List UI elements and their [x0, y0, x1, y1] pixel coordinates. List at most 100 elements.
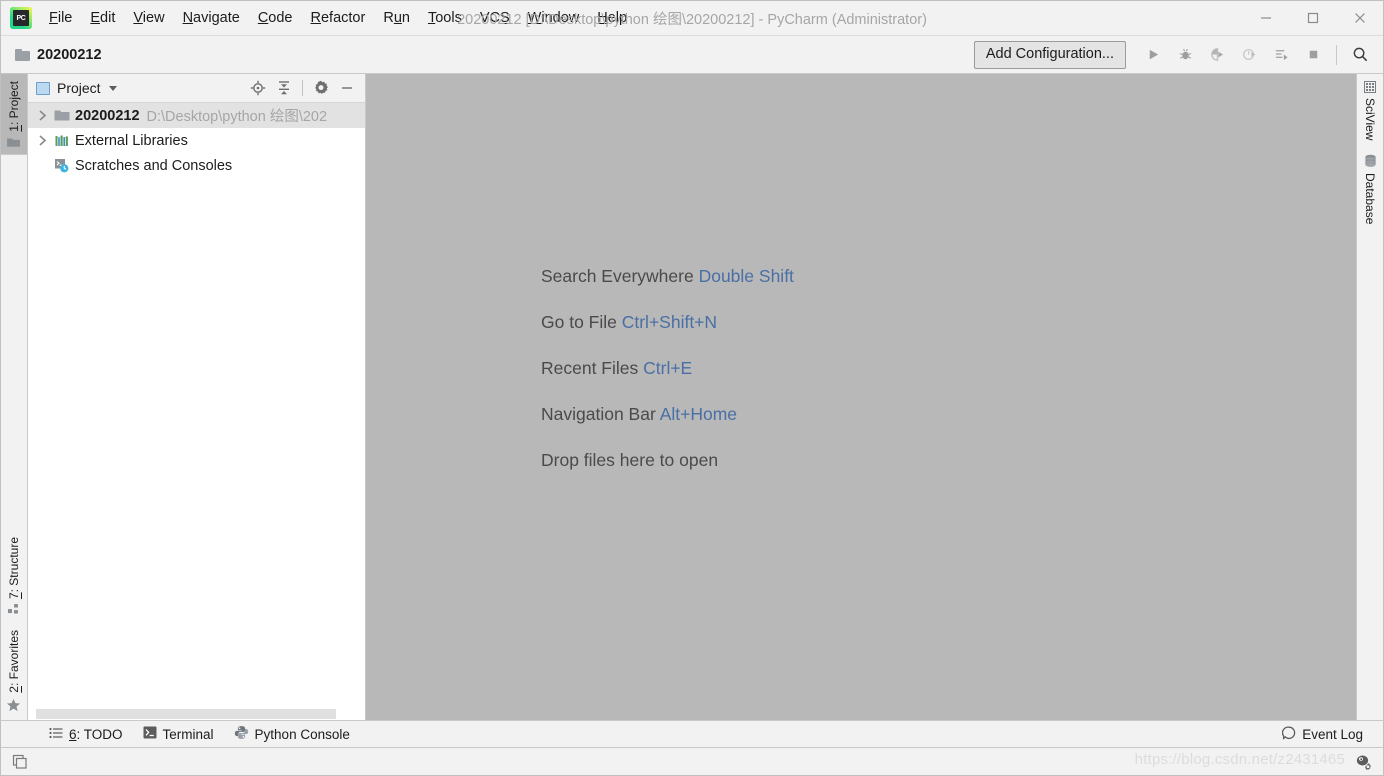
event-log-icon — [1282, 726, 1296, 743]
hscrollbar-thumb[interactable] — [36, 709, 336, 719]
stop-icon — [1306, 47, 1321, 62]
breadcrumb-label: 20200212 — [37, 47, 102, 63]
window-controls — [1242, 1, 1383, 35]
debug-icon — [1178, 47, 1193, 62]
folder-icon — [54, 108, 70, 124]
menu-edit[interactable]: Edit — [81, 6, 124, 30]
hide-window-button[interactable] — [335, 76, 359, 100]
sidebar-item-database-label: Database — [1363, 173, 1377, 224]
run-with-console-button[interactable] — [1266, 41, 1296, 69]
maximize-icon — [1307, 12, 1319, 24]
sidebar-item-sciview[interactable]: SciView — [1357, 74, 1383, 147]
bottom-tab-terminal-label: Terminal — [163, 727, 214, 742]
hide-window-icon — [339, 80, 355, 96]
tip-go-to-file: Go to File Ctrl+Shift+N — [541, 312, 794, 333]
event-log-label: Event Log — [1302, 727, 1363, 742]
project-tree-hscrollbar[interactable] — [28, 706, 365, 720]
project-tree: 20200212 D:\Desktop\python 绘图\202 — [28, 103, 365, 706]
menu-window-mnemonic: W — [528, 10, 542, 26]
tree-item-project-root[interactable]: 20200212 D:\Desktop\python 绘图\202 — [28, 103, 365, 128]
title-bar: File Edit View Navigate Code Refactor Ru… — [1, 1, 1383, 36]
chevron-right-icon[interactable] — [34, 133, 50, 149]
settings-button[interactable] — [309, 76, 333, 100]
profile-icon — [1242, 47, 1257, 62]
menu-help[interactable]: Help — [588, 6, 636, 30]
breadcrumb[interactable]: 20200212 — [11, 45, 106, 65]
sidebar-item-favorites[interactable]: 2: Favorites — [1, 623, 27, 720]
pycharm-logo-icon — [10, 7, 32, 29]
tip-navigation-bar-label: Navigation Bar — [541, 404, 660, 424]
add-configuration-button[interactable]: Add Configuration... — [974, 41, 1126, 69]
menu-vcs-mnemonic: S — [500, 10, 510, 26]
main-body: 1: Project 7: Structure — [1, 74, 1383, 720]
structure-icon — [8, 604, 20, 616]
menu-refactor[interactable]: Refactor — [302, 6, 375, 30]
project-folder-icon — [8, 137, 21, 148]
tip-drop-files-label: Drop files here to open — [541, 450, 718, 470]
run-coverage-button[interactable] — [1202, 41, 1232, 69]
structure-mnemonic: 7 — [7, 593, 21, 600]
menu-run-rest: n — [402, 10, 410, 26]
panel-action-separator — [302, 80, 303, 96]
toggle-toolwindows-button[interactable] — [9, 751, 31, 773]
tip-drop-files: Drop files here to open — [541, 450, 794, 471]
toggle-toolwindows-icon — [12, 754, 28, 770]
bottom-tab-todo[interactable]: 6: TODO — [39, 723, 133, 746]
run-button[interactable] — [1138, 41, 1168, 69]
sidebar-item-structure[interactable]: 7: Structure — [1, 530, 27, 623]
tree-item-external-libraries-label: External Libraries — [75, 133, 188, 149]
pycharm-window: File Edit View Navigate Code Refactor Ru… — [0, 0, 1384, 776]
menu-vcs-pre: VC — [480, 10, 500, 26]
status-bar-right — [1353, 751, 1375, 773]
menu-code[interactable]: Code — [249, 6, 302, 30]
menu-help-mnemonic: H — [597, 10, 607, 26]
menu-run-mnemonic: u — [394, 10, 402, 26]
menu-help-rest: elp — [608, 10, 627, 26]
project-window-icon — [36, 82, 50, 95]
search-everywhere-button[interactable] — [1345, 41, 1375, 69]
sidebar-item-database[interactable]: Database — [1357, 147, 1383, 231]
tree-item-external-libraries[interactable]: External Libraries — [28, 128, 365, 153]
profile-button[interactable] — [1234, 41, 1264, 69]
menu-view-rest: iew — [143, 10, 165, 26]
close-icon — [1354, 12, 1366, 24]
menu-navigate-mnemonic: N — [183, 10, 193, 26]
minimize-icon — [1260, 12, 1272, 24]
menu-refactor-mnemonic: R — [311, 10, 321, 26]
left-stripe-top: 1: Project — [1, 74, 27, 155]
stop-button[interactable] — [1298, 41, 1328, 69]
event-log-button[interactable]: Event Log — [1272, 722, 1373, 747]
todo-mnemonic: 6 — [69, 727, 77, 742]
tree-item-scratches-and-consoles[interactable]: Scratches and Consoles — [28, 153, 365, 178]
status-bar: https://blog.csdn.net/z2431465 — [1, 747, 1383, 775]
sidebar-item-project[interactable]: 1: Project — [1, 74, 27, 155]
menu-refactor-rest: efactor — [321, 10, 365, 26]
chevron-down-icon[interactable] — [109, 86, 117, 91]
ide-settings-button[interactable] — [1353, 751, 1375, 773]
locate-button[interactable] — [246, 76, 270, 100]
debug-button[interactable] — [1170, 41, 1200, 69]
toolbar-separator — [1336, 45, 1337, 65]
menu-view[interactable]: View — [124, 6, 173, 30]
menu-vcs[interactable]: VCS — [471, 6, 519, 30]
bottom-tab-python-console[interactable]: Python Console — [224, 721, 360, 747]
minimize-button[interactable] — [1242, 1, 1289, 35]
menu-run[interactable]: Run — [374, 6, 419, 30]
project-panel-header: Project — [28, 74, 365, 103]
menu-window[interactable]: Window — [519, 6, 589, 30]
editor-empty-area: Search Everywhere Double Shift Go to Fil… — [366, 74, 1356, 720]
bottom-tab-terminal[interactable]: Terminal — [133, 722, 224, 746]
chevron-right-icon[interactable] — [34, 108, 50, 124]
favorites-mnemonic: 2 — [7, 686, 21, 693]
project-mnemonic: 1 — [7, 125, 21, 132]
close-button[interactable] — [1336, 1, 1383, 35]
menu-navigate[interactable]: Navigate — [174, 6, 249, 30]
project-panel-actions — [246, 76, 365, 100]
menu-view-mnemonic: V — [133, 10, 142, 26]
collapse-all-button[interactable] — [272, 76, 296, 100]
menu-tools[interactable]: Tools — [419, 6, 471, 30]
left-tool-stripe: 1: Project 7: Structure — [1, 74, 28, 720]
menu-file[interactable]: File — [40, 6, 81, 30]
maximize-button[interactable] — [1289, 1, 1336, 35]
scratches-icon — [54, 158, 70, 174]
